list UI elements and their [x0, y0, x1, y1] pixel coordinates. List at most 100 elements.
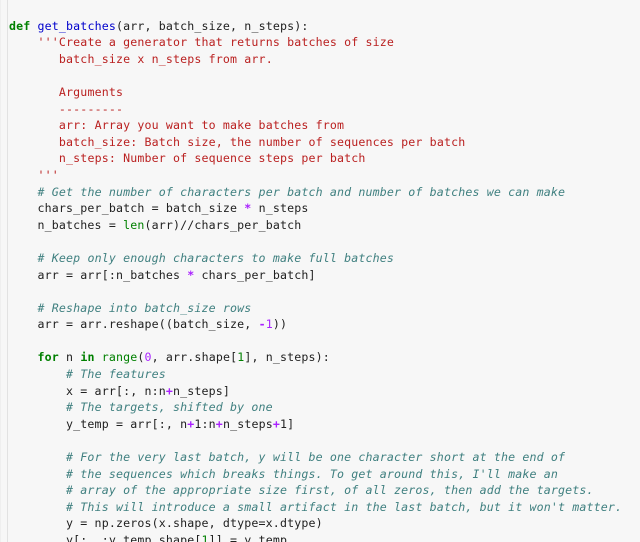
code-token-bi: range	[101, 350, 138, 365]
code-token-str: ---------	[58, 101, 124, 116]
code-line: # array of the appropriate size first, o…	[9, 482, 640, 499]
code-line: # the sequences which breaks things. To …	[9, 466, 640, 483]
code-token-bi: len	[123, 217, 145, 232]
code-token-pl: y = np.zeros(x.shape, dtype=x.dtype)	[9, 516, 323, 531]
code-line: # Get the number of characters per batch…	[9, 184, 640, 201]
code-token-op: -	[258, 317, 266, 332]
code-token-op: +	[272, 416, 280, 431]
code-token-pl: y[:, :y_temp.shape[	[9, 533, 202, 542]
code-token-pl: n_steps	[251, 201, 309, 216]
code-token-kw: def	[9, 18, 31, 33]
code-token-numm: 1	[265, 317, 273, 332]
code-line: x = arr[:, n:n+n_steps]	[9, 383, 640, 400]
code-token-op: +	[215, 416, 223, 431]
code-token-op: +	[165, 383, 174, 398]
code-token-cm: # Reshape into batch_size rows	[37, 300, 252, 315]
code-token-pl: ))	[272, 317, 288, 332]
code-line: def get_batches(arr, batch_size, n_steps…	[9, 18, 640, 35]
code-token-pl: 1]	[280, 416, 295, 431]
code-token-cm: # This will introduce a small artifact i…	[66, 499, 623, 514]
code-line: # For the very last batch, y will be one…	[9, 449, 640, 466]
code-token-pl: chars_per_batch]	[194, 267, 316, 282]
code-line: '''Create a generator that returns batch…	[9, 34, 640, 51]
code-line: # The features	[9, 366, 640, 383]
code-cell-screenshot: def get_batches(arr, batch_size, n_steps…	[0, 0, 640, 542]
code-line: chars_per_batch = batch_size * n_steps	[9, 200, 640, 217]
code-line: arr = arr[:n_batches * chars_per_batch]	[9, 267, 640, 284]
cell-edge-line	[0, 0, 1, 542]
code-token-pl: (arr, batch_size, n_steps):	[115, 18, 309, 33]
code-token-str: '''	[37, 167, 59, 182]
python-source-code[interactable]: def get_batches(arr, batch_size, n_steps…	[9, 18, 640, 542]
code-token-pl: n	[58, 350, 81, 365]
code-token-pl: arr = arr[:n_batches	[9, 267, 188, 282]
cell-gutter-line	[7, 0, 8, 542]
code-token-pl: x = arr[:, n:n	[9, 383, 166, 398]
code-line: y = np.zeros(x.shape, dtype=x.dtype)	[9, 515, 640, 532]
code-token-kw: in	[80, 350, 95, 365]
code-token-str: n_steps: Number of sequence steps per ba…	[58, 151, 366, 166]
code-line: y_temp = arr[:, n+1:n+n_steps+1]	[9, 416, 640, 433]
code-token-cm: # Get the number of characters per batch…	[37, 184, 566, 199]
code-token-pl: n_batches =	[9, 217, 124, 232]
code-token-pl: chars_per_batch = batch_size	[9, 201, 245, 216]
code-token-pl: n_steps	[222, 416, 273, 431]
code-token-pl: n_steps]	[173, 383, 231, 398]
code-token-str: batch_size x n_steps from arr.	[58, 51, 273, 66]
code-line: batch_size x n_steps from arr.	[9, 51, 640, 68]
code-line: batch_size: Batch size, the number of se…	[9, 134, 640, 151]
code-line: # This will introduce a small artifact i…	[9, 499, 640, 516]
code-token-cm: # array of the appropriate size first, o…	[66, 483, 594, 498]
code-line: # Keep only enough characters to make fu…	[9, 250, 640, 267]
code-line: for n in range(0, arr.shape[1], n_steps)…	[9, 349, 640, 366]
code-token-str: '''Create a generator that returns batch…	[37, 35, 395, 50]
code-line: arr = arr.reshape((batch_size, -1))	[9, 316, 640, 333]
code-token-str: batch_size: Batch size, the number of se…	[58, 134, 466, 149]
code-token-cm: # For the very last batch, y will be one…	[66, 450, 566, 465]
code-token-fn: get_batches	[37, 18, 116, 33]
code-token-numm: 0	[144, 350, 152, 365]
code-line: # Reshape into batch_size rows	[9, 300, 640, 317]
code-line: arr: Array you want to make batches from	[9, 117, 640, 134]
code-token-str: arr: Array you want to make batches from	[58, 118, 345, 133]
code-token-pl: (	[137, 350, 145, 365]
code-token-pl: y_temp = arr[:, n	[9, 416, 188, 431]
code-token-pl: , arr.shape[	[151, 350, 238, 365]
code-token-pl: (arr)//chars_per_batch	[144, 217, 302, 232]
code-token-num: 1	[201, 533, 209, 542]
code-token-pl: arr = arr.reshape((batch_size,	[9, 317, 259, 332]
code-token-kw: for	[37, 350, 59, 365]
code-token-cm: # the sequences which breaks things. To …	[66, 466, 559, 481]
code-line: n_steps: Number of sequence steps per ba…	[9, 150, 640, 167]
code-line: ---------	[9, 101, 640, 118]
code-token-pl: ]] = y_temp	[208, 533, 288, 542]
code-line: n_batches = len(arr)//chars_per_batch	[9, 217, 640, 234]
code-token-cm: # Keep only enough characters to make fu…	[37, 250, 395, 265]
code-token-str: Arguments	[58, 84, 124, 99]
code-token-cm: # The targets, shifted by one	[66, 400, 273, 415]
code-line: y[:, :y_temp.shape[1]] = y_temp	[9, 532, 640, 542]
code-line: # The targets, shifted by one	[9, 399, 640, 416]
